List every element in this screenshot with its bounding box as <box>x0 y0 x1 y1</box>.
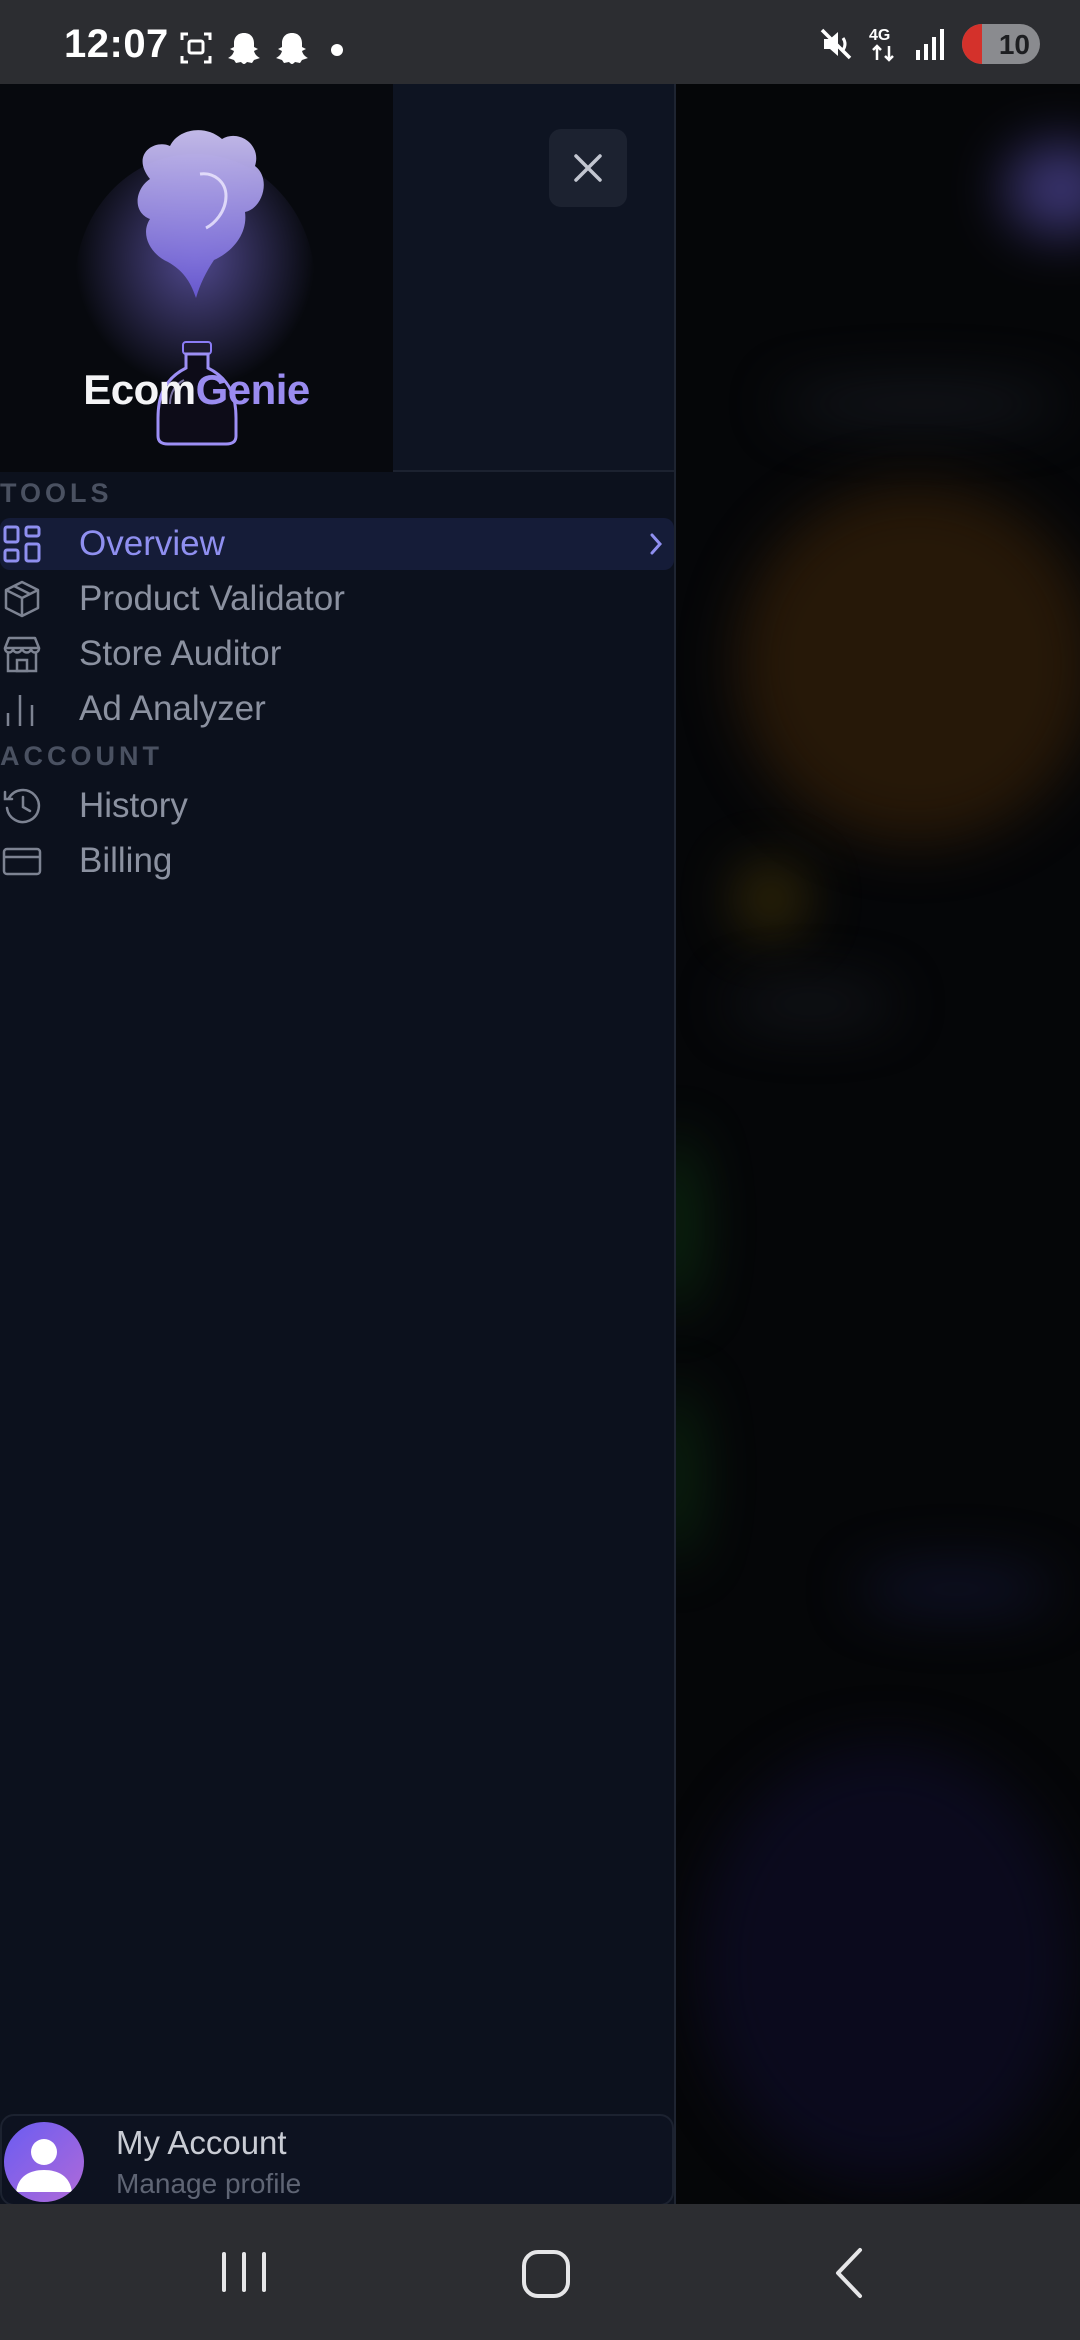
network-label: 4G <box>869 27 890 44</box>
nav-item-history[interactable]: History <box>0 780 674 832</box>
battery-fill <box>962 24 982 64</box>
bg-blob-blue <box>856 1564 1056 1614</box>
nav-item-ad-analyzer[interactable]: Ad Analyzer <box>0 683 674 735</box>
nav-item-label: Billing <box>79 841 173 880</box>
4g-icon: 4G <box>869 27 894 62</box>
screen: 12:07 4G 10 EcomGenie TOOLS Overview Pro… <box>0 0 1080 2340</box>
chevron-right-icon <box>650 533 663 555</box>
status-right: 4G 10 <box>818 24 1040 64</box>
box-icon <box>4 580 40 618</box>
mute-icon <box>820 28 852 60</box>
status-time: 12:07 <box>64 22 169 66</box>
close-icon <box>574 154 602 182</box>
nav-item-label: Ad Analyzer <box>79 689 266 728</box>
bar-chart-icon <box>6 695 34 726</box>
navigation-drawer: EcomGenie TOOLS Overview Product Validat… <box>0 84 676 2206</box>
status-left-icons <box>178 30 352 66</box>
bg-blob-purple <box>1006 144 1080 234</box>
screenshot-icon <box>180 32 212 64</box>
snapchat-icon <box>228 33 260 64</box>
bg-blob-green1 <box>676 1134 696 1314</box>
nav-item-store-auditor[interactable]: Store Auditor <box>0 628 674 680</box>
nav-item-billing[interactable]: Billing <box>0 835 674 887</box>
dot-icon <box>331 44 343 56</box>
credit-card-icon <box>2 847 42 876</box>
store-icon <box>3 636 41 673</box>
bg-blob-orange <box>736 484 1080 844</box>
bg-blob-indigo <box>696 1744 1076 2184</box>
nav-item-label: Overview <box>79 524 225 563</box>
history-icon <box>3 788 41 824</box>
brand-logo[interactable]: EcomGenie <box>0 84 393 472</box>
main-content-dimmed[interactable] <box>676 84 1080 2204</box>
bg-blob-yellow <box>736 864 806 934</box>
drawer-header: EcomGenie <box>0 84 674 472</box>
close-button[interactable] <box>549 129 627 207</box>
bg-blob-text <box>726 984 896 1024</box>
snapchat-icon <box>276 33 308 64</box>
nav-item-label: Store Auditor <box>79 634 282 673</box>
status-bar: 12:07 4G 10 <box>0 0 1080 84</box>
home-icon[interactable] <box>520 2242 572 2302</box>
nav-item-label: History <box>79 786 188 825</box>
back-icon[interactable] <box>828 2242 872 2302</box>
user-icon <box>16 2139 72 2192</box>
nav-item-label: Product Validator <box>79 579 345 618</box>
nav-item-product-validator[interactable]: Product Validator <box>0 573 674 625</box>
account-card[interactable]: My Account Manage profile <box>0 2114 674 2206</box>
section-label-tools: TOOLS <box>0 478 113 508</box>
account-name: My Account <box>116 2124 287 2161</box>
signal-icon <box>916 29 944 60</box>
battery-level: 10 <box>998 29 1030 60</box>
grid-icon <box>3 525 41 563</box>
system-navigation-bar <box>0 2204 1080 2340</box>
battery-indicator: 10 <box>962 24 1040 64</box>
avatar <box>4 2122 84 2202</box>
brand-name-part2: Genie <box>195 366 311 413</box>
bg-blob-green2 <box>676 1384 696 1564</box>
account-subtitle: Manage profile <box>116 2168 302 2199</box>
brand-name-part1: Ecom <box>83 366 196 413</box>
section-label-account: ACCOUNT <box>0 741 163 771</box>
bg-blob-line <box>776 384 1066 424</box>
brand-name: EcomGenie <box>0 366 393 414</box>
recents-icon[interactable] <box>218 2242 270 2302</box>
nav-item-overview[interactable]: Overview <box>0 518 674 570</box>
